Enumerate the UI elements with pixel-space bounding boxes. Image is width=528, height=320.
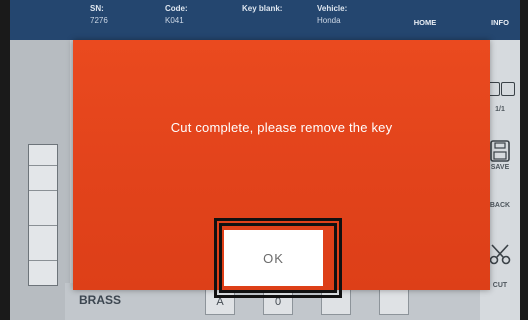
- vehicle-label: Vehicle:: [317, 4, 348, 13]
- info-button[interactable]: INFO: [480, 10, 520, 36]
- sn-field: SN: 7276: [90, 3, 108, 27]
- vehicle-value: Honda: [317, 16, 341, 25]
- code-label: Code:: [165, 4, 188, 13]
- zoom-in-icon[interactable]: [501, 82, 515, 96]
- ok-button[interactable]: OK: [224, 230, 323, 286]
- scissors-icon: [489, 244, 511, 265]
- material-label: BRASS: [79, 293, 122, 307]
- code-value: K041: [165, 16, 184, 25]
- home-button[interactable]: HOME: [405, 10, 445, 36]
- vehicle-field: Vehicle: Honda: [317, 3, 347, 27]
- code-field: Code: K041: [165, 3, 188, 27]
- key-blank-label: Key blank:: [242, 4, 283, 13]
- dialog-message: Cut complete, please remove the key: [170, 120, 393, 135]
- key-drawing: [28, 144, 58, 286]
- save-icon: [490, 140, 510, 162]
- key-blank-field: Key blank:: [242, 3, 282, 15]
- tool-d-button[interactable]: [379, 289, 409, 315]
- sn-label: SN:: [90, 4, 104, 13]
- info-header: SN: 7276 Code: K041 Key blank: Vehicle: …: [10, 0, 520, 40]
- key-preview-panel: [10, 40, 70, 320]
- sn-value: 7276: [90, 16, 108, 25]
